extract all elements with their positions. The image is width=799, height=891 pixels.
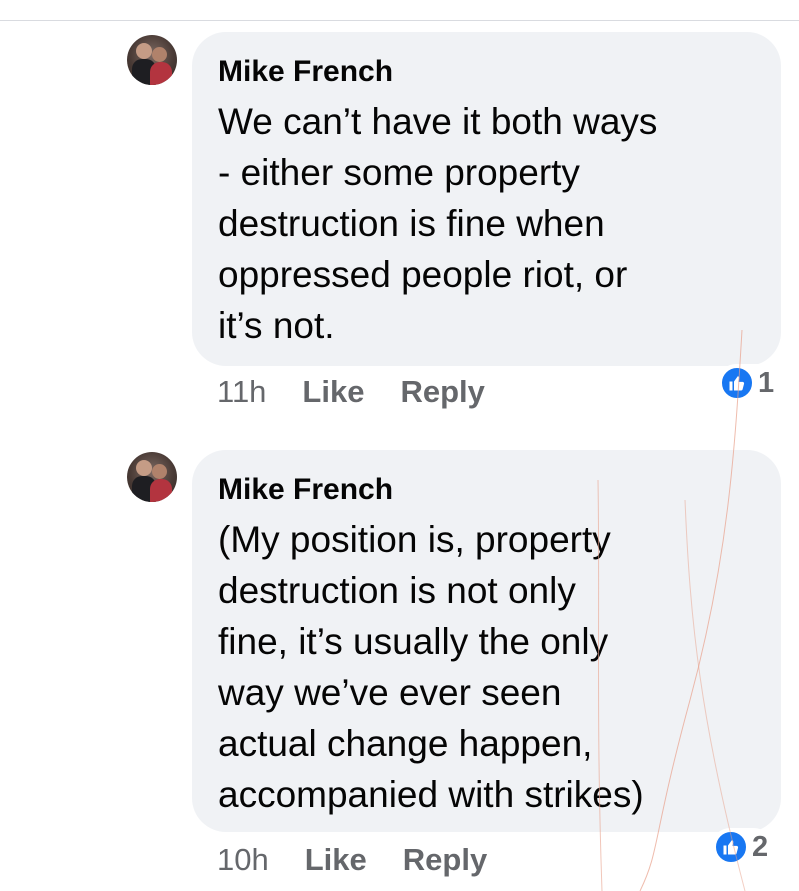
reaction-count: 1 bbox=[758, 366, 775, 399]
comment-line: actual change happen, bbox=[218, 723, 593, 764]
avatar[interactable] bbox=[127, 452, 177, 502]
reaction-count: 2 bbox=[752, 830, 769, 863]
thumbs-up-icon bbox=[720, 366, 754, 400]
comment-line: fine, it’s usually the only bbox=[218, 621, 609, 662]
comment-line: We can’t have it both ways bbox=[218, 101, 658, 142]
reply-button[interactable]: Reply bbox=[403, 842, 487, 878]
comment-bubble: Mike French We can’t have it both ways -… bbox=[192, 32, 781, 366]
reaction-summary[interactable]: 2 bbox=[712, 828, 773, 866]
comment-line: way we’ve ever seen bbox=[218, 672, 562, 713]
comment-line: oppressed people riot, or bbox=[218, 254, 628, 295]
comment-line: accompanied with strikes) bbox=[218, 774, 644, 815]
comment-timestamp[interactable]: 10h bbox=[217, 842, 269, 878]
reply-button[interactable]: Reply bbox=[400, 374, 484, 410]
comment-line: destruction is fine when bbox=[218, 203, 605, 244]
comment-actions: 10h Like Reply bbox=[217, 842, 523, 878]
comment-line: destruction is not only bbox=[218, 570, 576, 611]
comment-line: it’s not. bbox=[218, 305, 335, 346]
comment-line: (My position is, property bbox=[218, 519, 611, 560]
comment-author[interactable]: Mike French bbox=[218, 472, 757, 508]
comment-timestamp[interactable]: 11h bbox=[217, 374, 266, 410]
like-button[interactable]: Like bbox=[302, 374, 364, 410]
comment-line: - either some property bbox=[218, 152, 580, 193]
reaction-summary[interactable]: 1 bbox=[718, 364, 779, 402]
comment-actions: 11h Like Reply bbox=[217, 374, 521, 410]
comment-thread: Mike French We can’t have it both ways -… bbox=[0, 0, 799, 891]
thumbs-up-icon bbox=[714, 830, 748, 864]
divider bbox=[0, 20, 799, 21]
like-button[interactable]: Like bbox=[305, 842, 367, 878]
comment-bubble: Mike French (My position is, property de… bbox=[192, 450, 781, 832]
avatar[interactable] bbox=[127, 35, 177, 85]
comment-author[interactable]: Mike French bbox=[218, 54, 757, 90]
